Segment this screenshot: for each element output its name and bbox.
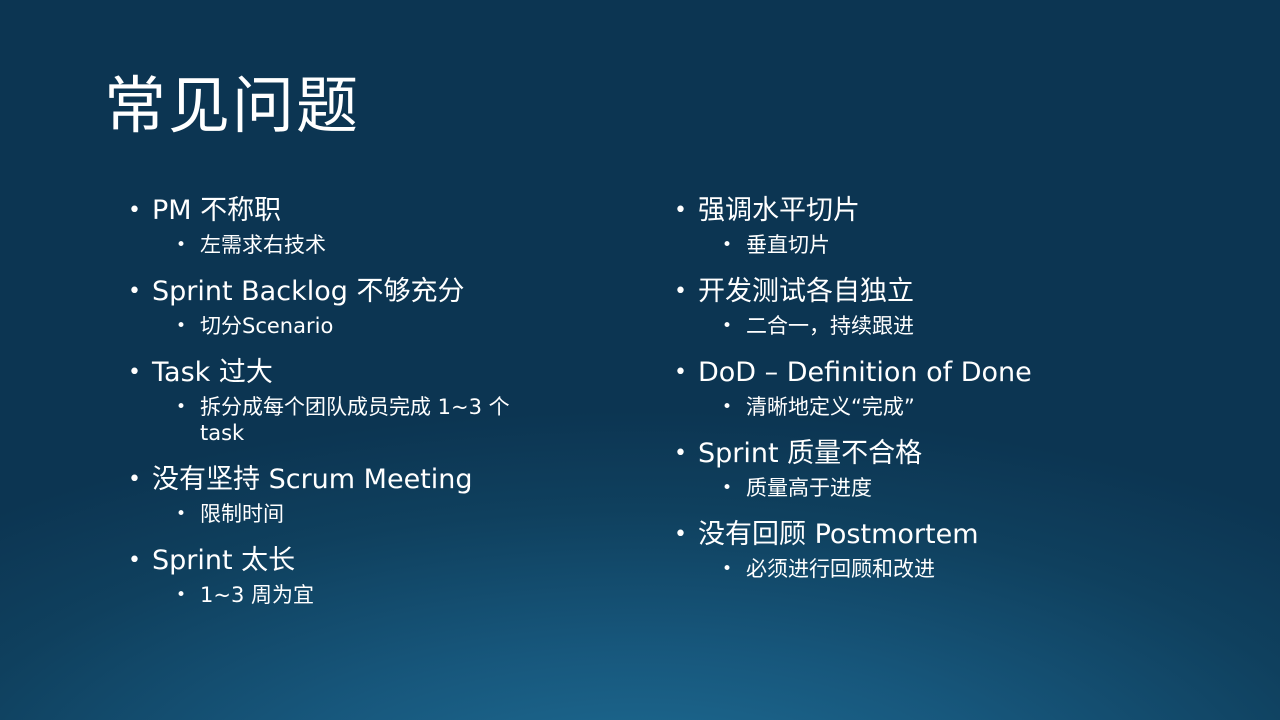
bullet-item: DoD – Definition of Done [674, 352, 1174, 394]
sub-bullet-item: 左需求右技术 [128, 232, 608, 258]
bullet-item: 没有坚持 Scrum Meeting [128, 459, 608, 501]
bullet-item: 开发测试各自独立 [674, 271, 1174, 313]
bullet-item: 没有回顾 Postmortem [674, 514, 1174, 556]
sub-bullet-item: 1~3 周为宜 [128, 582, 608, 608]
bullet-item: Task 过大 [128, 352, 608, 394]
sub-bullet-item: 垂直切片 [674, 232, 1174, 258]
left-bullet-list: PM 不称职 左需求右技术 Sprint Backlog 不够充分 切分Scen… [128, 190, 608, 621]
sub-bullet-item: 必须进行回顾和改进 [674, 556, 1174, 582]
bullet-item: Sprint 太长 [128, 540, 608, 582]
bullet-item: Sprint 质量不合格 [674, 433, 1174, 475]
sub-bullet-item: 清晰地定义“完成” [674, 394, 1174, 420]
sub-bullet-item: 二合一，持续跟进 [674, 313, 1174, 339]
sub-bullet-item: 质量高于进度 [674, 475, 1174, 501]
sub-bullet-item: 限制时间 [128, 501, 608, 527]
sub-bullet-item: 切分Scenario [128, 313, 608, 339]
slide-title: 常见问题 [104, 69, 361, 142]
bullet-item: PM 不称职 [128, 190, 608, 232]
right-bullet-list: 强调水平切片 垂直切片 开发测试各自独立 二合一，持续跟进 DoD – Defi… [674, 190, 1174, 595]
bullet-item: Sprint Backlog 不够充分 [128, 271, 608, 313]
sub-bullet-item: 拆分成每个团队成员完成 1~3 个 task [128, 394, 560, 446]
bullet-item: 强调水平切片 [674, 190, 1174, 232]
